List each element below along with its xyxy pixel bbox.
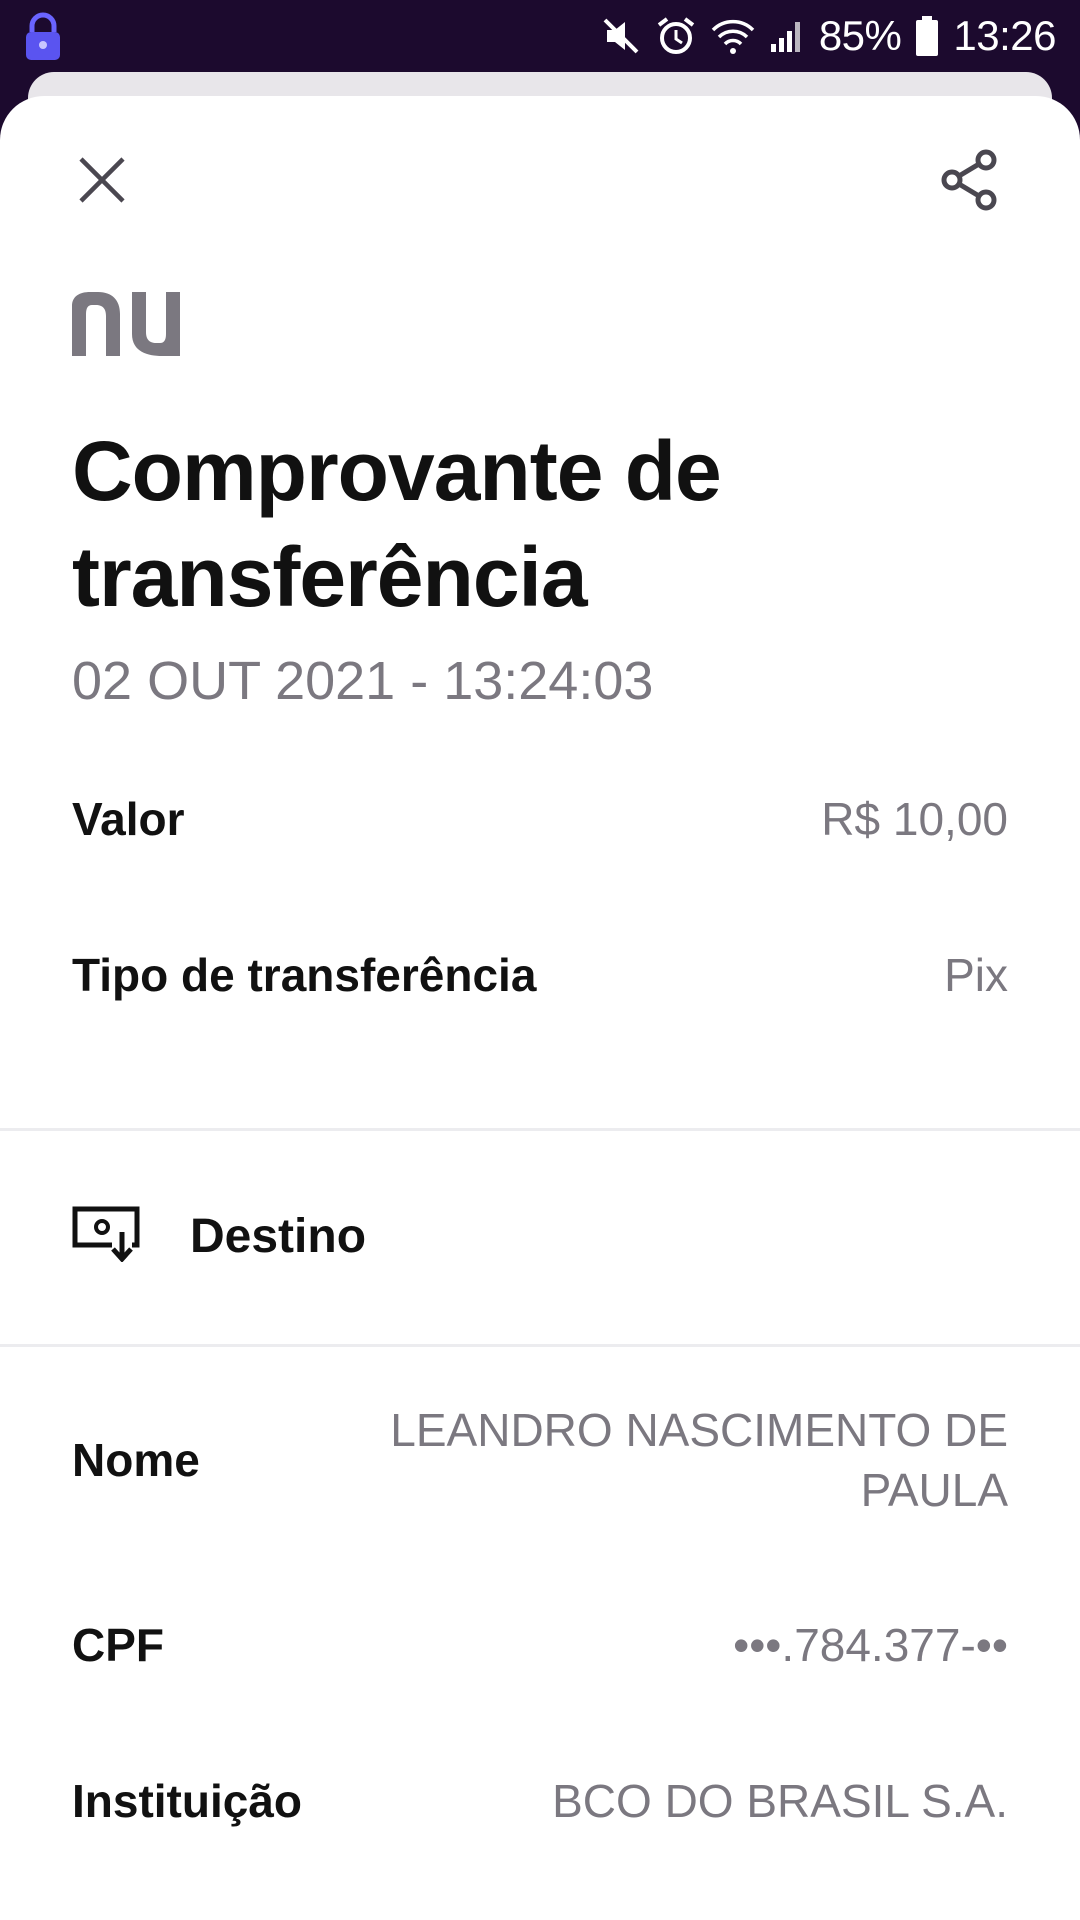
battery-icon bbox=[915, 15, 939, 57]
alarm-icon bbox=[655, 15, 697, 57]
title-line-2: transferência bbox=[72, 530, 588, 624]
instituicao-value: BCO DO BRASIL S.A. bbox=[552, 1775, 1008, 1827]
cpf-value: •••.784.377-•• bbox=[733, 1619, 1008, 1671]
cpf-label: CPF bbox=[72, 1619, 164, 1671]
divider bbox=[0, 1128, 1080, 1131]
share-icon bbox=[938, 148, 1002, 217]
destino-section: Destino bbox=[72, 1206, 366, 1267]
instituicao-label: Instituição bbox=[72, 1775, 303, 1827]
valor-label: Valor bbox=[72, 793, 185, 845]
tipo-row: Tipo de transferência Pix bbox=[72, 948, 1008, 1002]
nu-logo bbox=[72, 292, 194, 361]
valor-value: R$ 10,00 bbox=[821, 793, 1008, 845]
valor-row: Valor R$ 10,00 bbox=[72, 792, 1008, 846]
instituicao-row: Instituição BCO DO BRASIL S.A. bbox=[72, 1774, 1008, 1828]
nome-label: Nome bbox=[72, 1434, 200, 1486]
page-title: Comprovante de transferência bbox=[72, 418, 972, 630]
destino-label: Destino bbox=[190, 1210, 367, 1263]
clock: 13:26 bbox=[953, 12, 1056, 59]
transfer-datetime: 02 OUT 2021 - 13:24:03 bbox=[72, 651, 654, 711]
cash-receive-icon bbox=[72, 1206, 140, 1267]
tipo-value: Pix bbox=[944, 949, 1008, 1001]
nome-row: Nome LEANDRO NASCIMENTO DE PAULA bbox=[72, 1400, 1008, 1520]
nome-value: LEANDRO NASCIMENTO DE PAULA bbox=[390, 1404, 1008, 1516]
title-line-1: Comprovante de bbox=[72, 424, 722, 518]
battery-percent: 85% bbox=[818, 12, 902, 59]
share-button[interactable] bbox=[934, 146, 1006, 218]
divider bbox=[0, 1344, 1080, 1347]
wifi-icon bbox=[711, 16, 755, 56]
cpf-row: CPF •••.784.377-•• bbox=[72, 1618, 1008, 1672]
tipo-label: Tipo de transferência bbox=[72, 949, 537, 1001]
signal-icon bbox=[769, 18, 805, 54]
status-bar: 85% 13:26 bbox=[0, 0, 1080, 72]
close-icon bbox=[77, 155, 127, 210]
lock-icon bbox=[20, 12, 66, 67]
close-button[interactable] bbox=[70, 150, 134, 214]
mute-icon bbox=[601, 16, 641, 56]
